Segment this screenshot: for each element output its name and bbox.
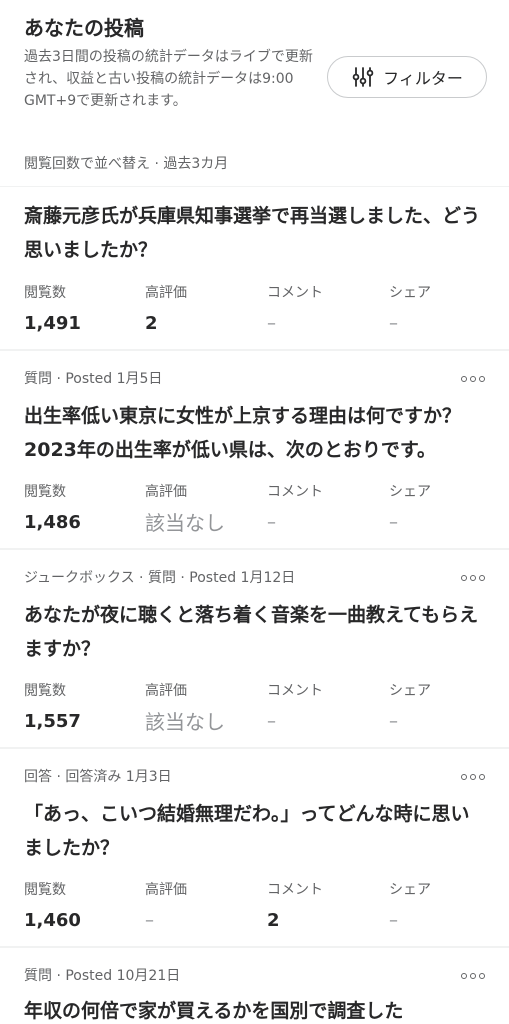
stat-comments: コメント – — [267, 283, 389, 339]
stat-upvotes: 高評価 2 — [145, 283, 267, 339]
post-title[interactable]: 年収の何倍で家が買えるかを国別で調査した — [24, 994, 484, 1024]
stat-shares: シェア – — [389, 681, 509, 737]
stat-value: 該当なし — [145, 511, 225, 535]
stat-label: 閲覧数 — [24, 285, 66, 301]
stat-label: シェア — [389, 683, 431, 699]
stat-views: 閲覧数 1,491 — [24, 283, 146, 339]
post-title[interactable]: 「あっ、こいつ結婚無理だわ。」ってどんな時に思いましたか？ — [24, 797, 484, 865]
post-title[interactable]: 出生率低い東京に女性が上京する理由は何ですか？2023年の出生率が低い県は、次の… — [24, 399, 484, 467]
post-meta: 回答 · 回答済み 1月3日 — [24, 769, 172, 785]
stat-label: 閲覧数 — [24, 484, 66, 500]
more-options-icon[interactable] — [461, 970, 487, 982]
more-options-icon[interactable] — [461, 771, 487, 783]
stat-label: シェア — [389, 285, 431, 301]
stat-value: – — [267, 512, 276, 533]
more-options-icon[interactable] — [461, 572, 487, 584]
stat-value: – — [267, 313, 276, 334]
post-card: 斎藤元彦氏が兵庫県知事選挙で再当選しました、どう思いましたか？ 閲覧数 1,49… — [0, 187, 509, 349]
post-meta: 質問 · Posted 10月21日 — [24, 968, 181, 984]
page-title: あなたの投稿 — [24, 16, 144, 40]
stat-value: 1,486 — [24, 512, 81, 533]
stat-label: コメント — [267, 882, 323, 898]
stat-label: 閲覧数 — [24, 882, 66, 898]
stat-shares: シェア – — [389, 482, 509, 538]
post-title[interactable]: 斎藤元彦氏が兵庫県知事選挙で再当選しました、どう思いましたか？ — [24, 199, 484, 267]
stat-value: – — [267, 711, 276, 732]
posts-header: あなたの投稿 過去3日間の投稿の統計データはライブで更新され、収益と古い投稿の統… — [0, 0, 509, 186]
post-card: 質問 · Posted 1月5日 出生率低い東京に女性が上京する理由は何ですか？… — [0, 351, 509, 548]
stat-value: 2 — [145, 313, 158, 334]
stat-comments: コメント 2 — [267, 880, 389, 936]
stat-value: – — [389, 313, 398, 334]
stat-views: 閲覧数 1,557 — [24, 681, 146, 737]
stat-comments: コメント – — [267, 681, 389, 737]
stat-label: コメント — [267, 285, 323, 301]
stat-shares: シェア – — [389, 283, 509, 339]
stat-upvotes: 高評価 – — [145, 880, 267, 936]
stat-value: 1,557 — [24, 711, 81, 732]
stat-views: 閲覧数 1,486 — [24, 482, 146, 538]
stat-comments: コメント – — [267, 482, 389, 538]
filter-label: フィルター — [383, 69, 463, 88]
stat-label: コメント — [267, 683, 323, 699]
stat-label: 高評価 — [145, 285, 187, 301]
stat-value: 2 — [267, 910, 280, 931]
stat-value: – — [389, 711, 398, 732]
sort-info: 閲覧回数で並べ替え · 過去3カ月 — [24, 156, 229, 172]
post-meta: 質問 · Posted 1月5日 — [24, 371, 163, 387]
post-card: 質問 · Posted 10月21日 年収の何倍で家が買えるかを国別で調査した — [0, 948, 509, 1024]
stat-value: 1,460 — [24, 910, 81, 931]
stats-description: 過去3日間の投稿の統計データはライブで更新され、収益と古い投稿の統計データは9:… — [24, 49, 313, 109]
stat-label: 閲覧数 — [24, 683, 66, 699]
stat-value: – — [389, 512, 398, 533]
stat-shares: シェア – — [389, 880, 509, 936]
more-options-icon[interactable] — [461, 373, 487, 385]
sliders-icon — [352, 67, 374, 87]
stat-label: シェア — [389, 484, 431, 500]
post-title[interactable]: あなたが夜に聴くと落ち着く音楽を一曲教えてもらえますか？ — [24, 598, 484, 666]
post-meta: ジュークボックス · 質問 · Posted 1月12日 — [24, 570, 296, 586]
stat-label: 高評価 — [145, 683, 187, 699]
stat-value: – — [145, 910, 154, 931]
stat-label: 高評価 — [145, 484, 187, 500]
stat-upvotes: 高評価 該当なし — [145, 681, 267, 737]
post-card: 回答 · 回答済み 1月3日 「あっ、こいつ結婚無理だわ。」ってどんな時に思いま… — [0, 749, 509, 946]
stat-label: コメント — [267, 484, 323, 500]
stat-views: 閲覧数 1,460 — [24, 880, 146, 936]
stat-upvotes: 高評価 該当なし — [145, 482, 267, 538]
filter-button[interactable]: フィルター — [327, 56, 487, 98]
stat-value: 1,491 — [24, 313, 81, 334]
post-card: ジュークボックス · 質問 · Posted 1月12日 あなたが夜に聴くと落ち… — [0, 550, 509, 747]
stat-value: – — [389, 910, 398, 931]
stat-label: シェア — [389, 882, 431, 898]
stat-value: 該当なし — [145, 710, 225, 734]
stat-label: 高評価 — [145, 882, 187, 898]
